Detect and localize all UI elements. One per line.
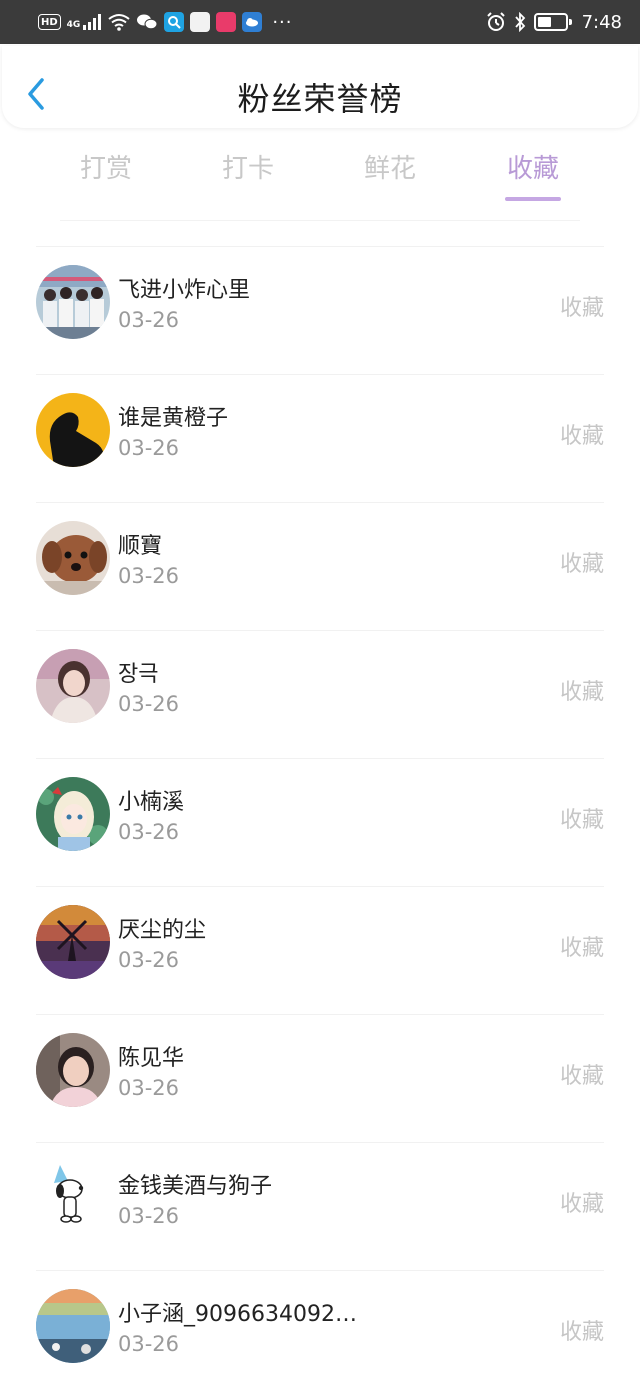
status-bar-left: HD 4G ··· [38,12,486,33]
group-photo-avatar-icon [36,265,110,339]
tab-label: 打卡 [221,154,274,184]
wifi-icon [108,12,130,32]
favorite-label: 收藏 [559,808,604,833]
signal-icon [82,12,102,32]
bluetooth-icon [514,12,526,32]
user-name: 飞进小炸心里 [118,278,251,303]
list-item[interactable]: 金钱美酒与狗子 03-26 收藏 [0,1142,640,1270]
list-item[interactable]: 飞进小炸心里 03-26 收藏 [0,246,640,374]
favorite-label: 收藏 [559,936,604,961]
battery-icon [533,13,572,31]
wechat-icon [136,12,158,32]
date: 03-26 [118,436,180,460]
avatar[interactable] [36,265,110,339]
tab-label: 打赏 [79,154,132,184]
battery-level [537,17,551,27]
user-name: 小子涵_9096634092… [118,1302,357,1327]
user-name: 厌尘的尘 [118,918,207,943]
status-time: 7:48 [581,11,622,33]
hd-badge: HD [38,14,61,30]
favorite-label: 收藏 [559,424,604,449]
list-item[interactable]: 谁是黄橙子 03-26 收藏 [0,374,640,502]
portrait-avatar-icon [36,649,110,723]
date: 03-26 [118,1332,180,1356]
date: 03-26 [118,1076,180,1100]
silhouette-avatar-icon [36,393,110,467]
more-notifications-icon: ··· [272,11,293,33]
tab-label: 鲜花 [363,154,416,184]
avatar[interactable] [36,649,110,723]
list-item[interactable]: 厌尘的尘 03-26 收藏 [0,886,640,1014]
favorite-label: 收藏 [559,1320,604,1345]
header: 粉丝荣誉榜 [2,46,638,128]
avatar[interactable] [36,393,110,467]
child-photo-avatar-icon [36,1033,110,1107]
list-item[interactable]: 陈见华 03-26 收藏 [0,1014,640,1142]
favorite-label: 收藏 [559,552,604,577]
tab-checkin[interactable]: 打卡 [213,148,283,185]
avatar[interactable] [36,1161,110,1235]
dog-avatar-icon [36,521,110,595]
date: 03-26 [118,692,180,716]
user-name: 장극 [118,662,159,687]
list-item[interactable]: 장극 03-26 收藏 [0,630,640,758]
user-name: 顺寶 [118,534,163,559]
status-bar-right: 7:48 [486,12,622,33]
tab-flowers[interactable]: 鲜花 [355,148,425,185]
date: 03-26 [118,308,180,332]
network-type: 4G [66,19,81,30]
user-name: 谁是黄橙子 [118,406,229,431]
fan-list: 飞进小炸心里 03-26 收藏 谁是黄橙子 03-26 收藏 顺寶 03-26 … [0,246,640,1387]
alarm-icon [486,12,506,32]
date: 03-26 [118,948,180,972]
snoopy-avatar-icon [36,1161,110,1235]
weather-app-icon [242,12,263,32]
avatar[interactable] [36,777,110,851]
tab-favorites[interactable]: 收藏 [498,148,568,201]
sunset-avatar-icon [36,1289,110,1363]
user-name: 金钱美酒与狗子 [118,1174,273,1199]
favorite-label: 收藏 [559,296,604,321]
avatar[interactable] [36,905,110,979]
divider [60,220,580,221]
tab-bar: 打赏 打卡 鲜花 收藏 [0,142,640,212]
windmill-avatar-icon [36,905,110,979]
date: 03-26 [118,1204,180,1228]
favorite-label: 收藏 [559,1192,604,1217]
search-app-icon [164,12,185,32]
active-tab-indicator [505,197,561,201]
shopping-app-icon [216,12,237,32]
date: 03-26 [118,564,180,588]
list-item[interactable]: 顺寶 03-26 收藏 [0,502,640,630]
tab-label: 收藏 [506,154,559,184]
avatar[interactable] [36,521,110,595]
favorite-label: 收藏 [559,1064,604,1089]
avatar[interactable] [36,1033,110,1107]
avatar[interactable] [36,1289,110,1363]
favorite-label: 收藏 [559,680,604,705]
list-item[interactable]: 小子涵_9096634092… 03-26 收藏 [0,1270,640,1387]
user-name: 小楠溪 [118,790,185,815]
user-name: 陈见华 [118,1046,185,1071]
store-app-icon [190,12,211,32]
status-bar: HD 4G ··· 7:48 [0,0,640,44]
date: 03-26 [118,820,180,844]
tab-tips[interactable]: 打赏 [71,148,141,185]
anime-girl-avatar-icon [36,777,110,851]
list-item[interactable]: 小楠溪 03-26 收藏 [0,758,640,886]
page-title: 粉丝荣誉榜 [237,80,403,118]
